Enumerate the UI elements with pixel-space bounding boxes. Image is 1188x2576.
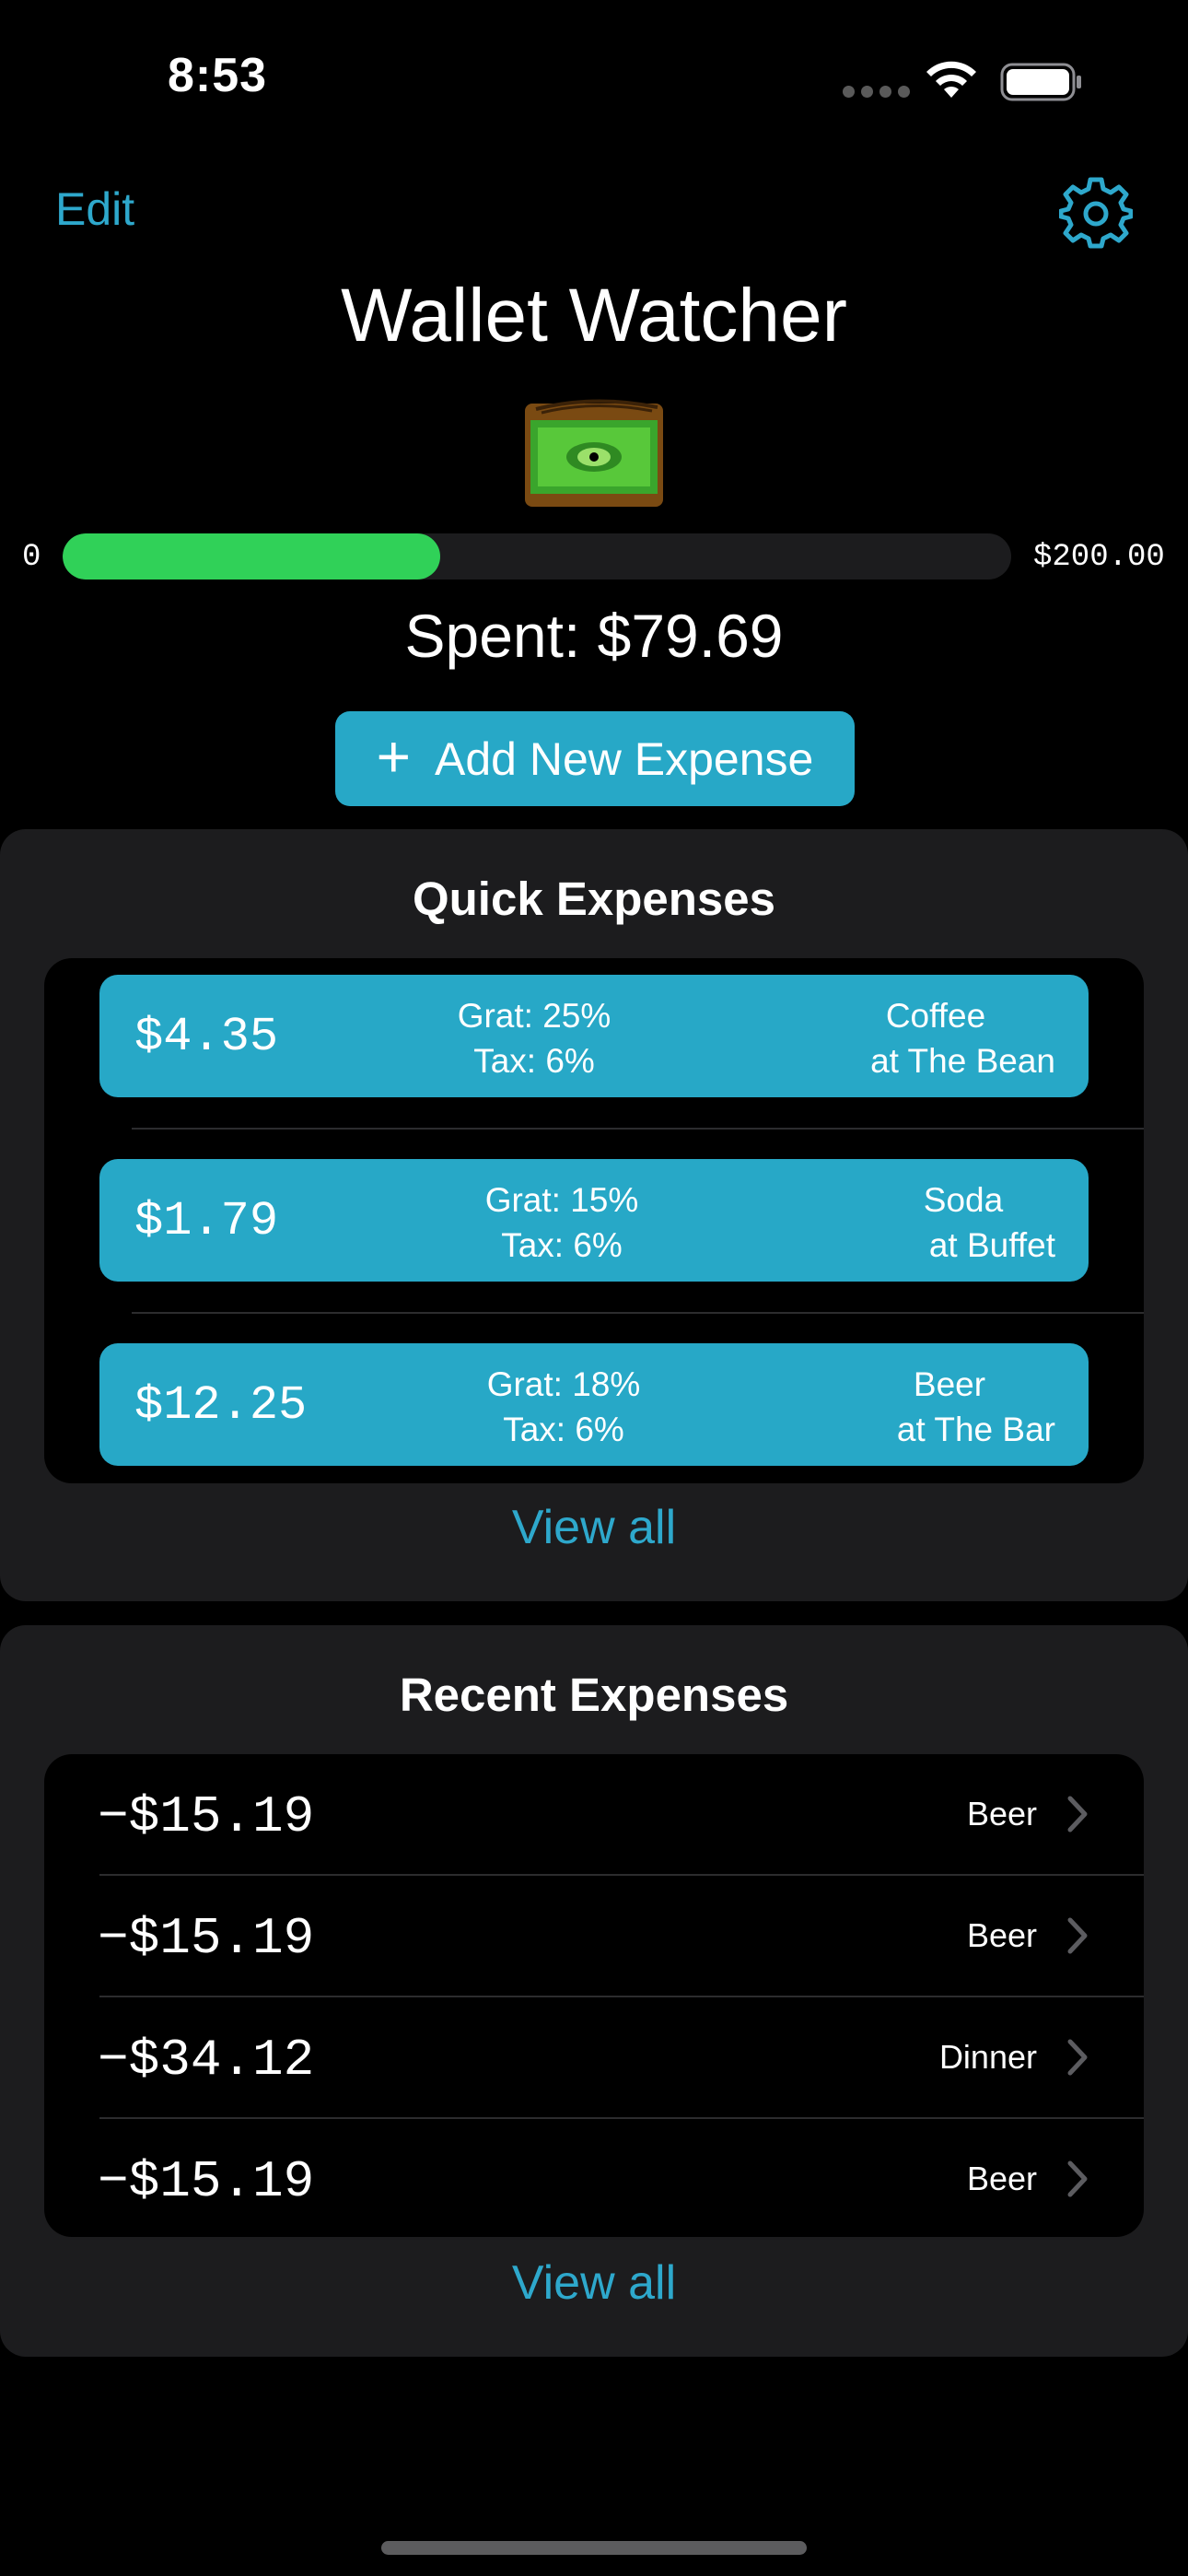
quick-expense-name: Beer: [913, 1365, 986, 1403]
recent-expense-row[interactable]: −$34.12 Dinner: [44, 1997, 1144, 2118]
quick-expense-card[interactable]: $4.35 Grat: 25% Tax: 6% Coffee at The Be…: [99, 975, 1089, 1097]
quick-expense-name: Coffee: [885, 997, 986, 1035]
quick-expense-grat: Grat: 18%: [486, 1365, 641, 1403]
recent-expense-label: Dinner: [938, 2038, 1037, 2076]
quick-expense-grat: Grat: 15%: [484, 1181, 639, 1219]
chevron-right-icon: [1067, 1796, 1088, 1832]
quick-expense-amount: $12.25: [134, 1378, 308, 1433]
recent-expenses-title: Recent Expenses: [399, 1669, 789, 1721]
quick-expense-card[interactable]: $12.25 Grat: 18% Tax: 6% Beer at The Bar: [99, 1343, 1089, 1466]
edit-button[interactable]: Edit: [55, 182, 134, 236]
gear-icon[interactable]: [1059, 177, 1133, 251]
quick-expense-place: at Buffet: [928, 1226, 1055, 1264]
budget-progress-fill: [63, 533, 441, 580]
recent-expense-amount: −$15.19: [98, 1787, 315, 1846]
quick-expenses-title: Quick Expenses: [412, 872, 776, 925]
budget-progress-bar: [63, 533, 1011, 580]
quick-expenses-view-all-link[interactable]: View all: [0, 1500, 1188, 1555]
recent-expense-row[interactable]: −$15.19 Beer: [44, 1876, 1144, 1996]
recent-expense-amount: −$34.12: [98, 2031, 315, 2090]
quick-expense-amount: $1.79: [134, 1194, 279, 1248]
add-new-expense-button[interactable]: + Add New Expense: [335, 711, 855, 806]
quick-expense-tax: Tax: 6%: [503, 1411, 624, 1448]
add-new-expense-label: Add New Expense: [435, 732, 814, 785]
recent-expense-row[interactable]: −$15.19 Beer: [44, 1754, 1144, 1875]
recent-expense-label: Beer: [966, 1795, 1037, 1832]
cellular-signal-icon: [843, 86, 910, 98]
recent-expense-label: Beer: [966, 1916, 1037, 1954]
chevron-right-icon: [1067, 1917, 1088, 1954]
budget-max-label: $200.00: [1033, 540, 1165, 575]
list-divider: [132, 1312, 1144, 1314]
battery-icon: [1000, 63, 1081, 101]
quick-expense-grat: Grat: 25%: [457, 997, 611, 1035]
recent-expense-amount: −$15.19: [98, 1909, 315, 1968]
quick-expense-amount: $4.35: [134, 1010, 279, 1064]
quick-expense-place: at The Bean: [870, 1042, 1055, 1080]
list-divider: [132, 1128, 1144, 1130]
chevron-right-icon: [1067, 2039, 1088, 2076]
quick-expense-tax: Tax: 6%: [501, 1226, 623, 1264]
quick-expense-tax: Tax: 6%: [473, 1042, 595, 1080]
recent-expense-label: Beer: [966, 2160, 1037, 2197]
recent-expenses-view-all-link[interactable]: View all: [0, 2255, 1188, 2311]
spent-amount: Spent: $79.69: [404, 602, 784, 670]
quick-expense-place: at The Bar: [896, 1411, 1055, 1448]
plus-icon: +: [376, 722, 411, 790]
home-indicator[interactable]: [381, 2541, 807, 2555]
quick-expense-name: Soda: [923, 1181, 1004, 1219]
quick-expense-card[interactable]: $1.79 Grat: 15% Tax: 6% Soda at Buffet: [99, 1159, 1089, 1282]
app-title: Wallet Watcher: [341, 274, 847, 357]
recent-expense-row[interactable]: −$15.19 Beer: [44, 2119, 1144, 2240]
chevron-right-icon: [1067, 2160, 1088, 2197]
wifi-icon: [926, 61, 976, 98]
status-time: 8:53: [168, 49, 268, 102]
wallet-eye-icon: [525, 399, 663, 507]
recent-expense-amount: −$15.19: [98, 2152, 315, 2211]
budget-min-label: 0: [22, 540, 41, 575]
